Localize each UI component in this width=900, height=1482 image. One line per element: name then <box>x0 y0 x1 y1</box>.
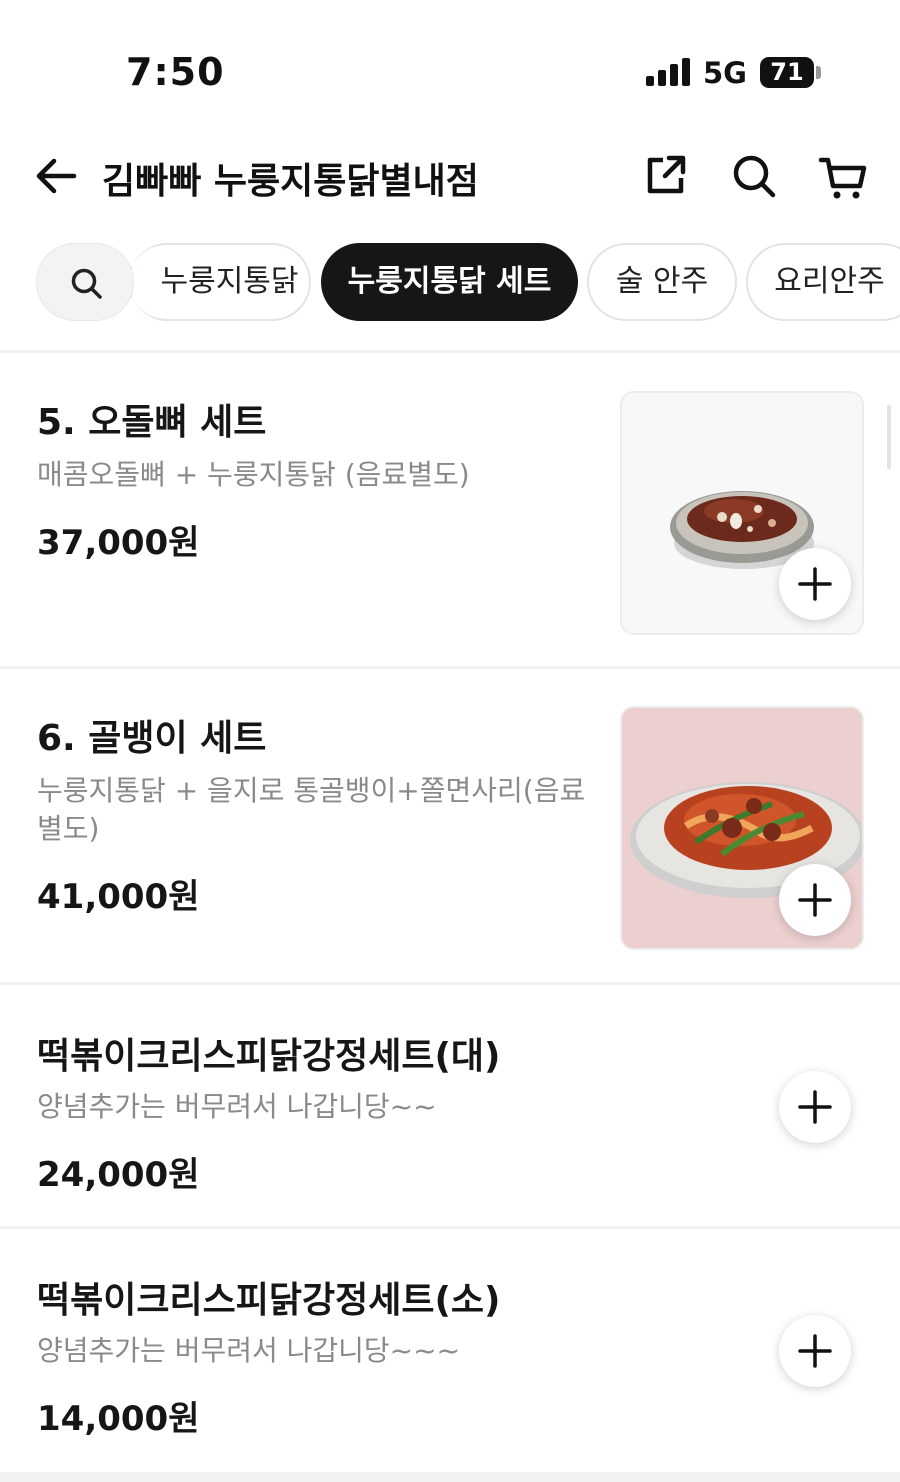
bottom-band <box>0 1472 900 1482</box>
menu-item-description: 매콤오돌뼈 + 누룽지통닭 (음료별도) <box>37 458 470 491</box>
menu-item-name: 5. 오돌뼈 세트 <box>37 402 267 443</box>
menu-item[interactable]: 5. 오돌뼈 세트 매콤오돌뼈 + 누룽지통닭 (음료별도) 37,000원 <box>0 353 900 666</box>
status-bar: 7:50 5G 71 <box>0 0 900 130</box>
menu-search-button[interactable] <box>36 243 134 321</box>
share-icon[interactable] <box>643 152 689 198</box>
header-bar: 김빠빠 누룽지통닭별내점 <box>0 140 900 210</box>
menu-item-description: 양념추가는 버무려서 나갑니당~~~ <box>37 1334 461 1367</box>
menu-item-description: 누룽지통닭 + 을지로 통골뱅이+쫄면사리(음료별도) <box>37 774 586 845</box>
menu-item-description: 양념추가는 버무려서 나갑니당~~ <box>37 1090 437 1123</box>
menu-item-name: 떡볶이크리스피닭강정세트(소) <box>37 1280 501 1321</box>
menu-item-price: 41,000원 <box>37 877 200 917</box>
chip-category-2[interactable]: 누룽지통닭 세트 <box>321 243 578 321</box>
menu-item-price: 37,000원 <box>37 523 200 563</box>
chip-category-4[interactable]: 요리안주 <box>746 243 900 321</box>
menu-item-price: 14,000원 <box>37 1399 200 1439</box>
plus-icon <box>798 1334 832 1368</box>
menu-item[interactable]: 떡볶이크리스피닭강정세트(소) 양념추가는 버무려서 나갑니당~~~ 14,00… <box>0 1229 900 1472</box>
menu-item-price: 24,000원 <box>37 1155 200 1195</box>
plus-icon <box>798 883 832 917</box>
category-chips: 누룽지통닭 누룽지통닭 세트 술 안주 요리안주 <box>0 241 900 323</box>
plus-icon <box>798 567 832 601</box>
add-to-cart-button[interactable] <box>779 864 851 936</box>
search-icon <box>71 268 102 299</box>
menu-item-name: 떡볶이크리스피닭강정세트(대) <box>37 1036 501 1077</box>
plus-icon <box>798 1090 832 1124</box>
chip-fade <box>132 241 158 323</box>
menu-item[interactable]: 떡볶이크리스피닭강정세트(대) 양념추가는 버무려서 나갑니당~~ 24,000… <box>0 985 900 1227</box>
add-to-cart-button[interactable] <box>779 1071 851 1143</box>
store-title: 김빠빠 누룽지통닭별내점 <box>102 161 479 202</box>
battery-cap <box>816 66 821 79</box>
signal-strength-icon <box>646 58 690 86</box>
cart-icon[interactable] <box>818 152 868 202</box>
battery-icon: 71 <box>760 57 814 88</box>
menu-item[interactable]: 6. 골뱅이 세트 누룽지통닭 + 을지로 통골뱅이+쫄면사리(음료별도) 41… <box>0 669 900 982</box>
add-to-cart-button[interactable] <box>779 548 851 620</box>
back-arrow-icon[interactable] <box>34 154 78 198</box>
menu-item-name: 6. 골뱅이 세트 <box>37 718 267 759</box>
search-icon[interactable] <box>730 152 778 200</box>
network-type: 5G <box>703 56 747 90</box>
status-time: 7:50 <box>126 50 225 94</box>
chip-category-3[interactable]: 술 안주 <box>587 243 737 321</box>
add-to-cart-button[interactable] <box>779 1315 851 1387</box>
